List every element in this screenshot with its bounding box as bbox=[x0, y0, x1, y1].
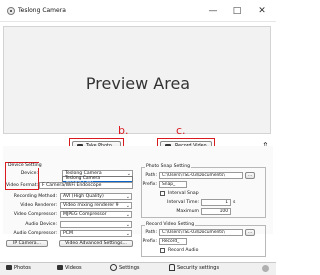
interval-time-unit: s bbox=[233, 200, 236, 205]
maximum-input[interactable]: 100 bbox=[201, 208, 231, 215]
interval-snap-checkbox[interactable] bbox=[160, 191, 165, 196]
tab-settings[interactable]: Settings bbox=[110, 263, 140, 274]
tab-photos-label: Photos bbox=[14, 265, 31, 271]
record-path-input[interactable]: C:\Users\TSL-03\Documents\ bbox=[159, 229, 243, 236]
record-prefix-input[interactable]: Record_ bbox=[159, 238, 187, 245]
chevron-down-icon: ⌄ bbox=[125, 231, 130, 237]
camera-app-icon bbox=[7, 7, 15, 15]
video-compressor-label: Video Compressor: bbox=[13, 212, 57, 217]
record-audio-label: Record Audio bbox=[168, 248, 199, 253]
photos-icon bbox=[6, 265, 12, 270]
record-audio-checkbox[interactable] bbox=[160, 248, 165, 253]
record-video-setting-title: Record Video Setting bbox=[145, 222, 196, 227]
status-indicator-icon bbox=[262, 265, 269, 272]
tab-photos[interactable]: Photos bbox=[6, 263, 31, 274]
close-button[interactable]: ✕ bbox=[255, 4, 269, 18]
recording-method-value: AVI (High Quality) bbox=[63, 194, 104, 199]
recording-method-select[interactable]: AVI (High Quality) ⌄ bbox=[60, 193, 132, 200]
recording-method-label: Recording Method: bbox=[13, 194, 57, 199]
audio-compressor-select[interactable]: PCM ⌄ bbox=[60, 230, 132, 237]
shield-icon bbox=[169, 264, 175, 271]
photo-path-label: Path: bbox=[145, 173, 157, 178]
video-renderer-select[interactable]: Video mixing renderer 9 ⌄ bbox=[60, 202, 132, 209]
videos-icon bbox=[57, 265, 63, 270]
callout-c: c. bbox=[176, 124, 186, 137]
photo-path-browse-button[interactable]: … bbox=[245, 172, 255, 179]
video-format-select[interactable]: F Camera/WiFi Endoscope bbox=[39, 182, 133, 189]
video-compressor-value: MJPEG Compressor bbox=[63, 212, 107, 217]
maximum-label: Maximum bbox=[176, 209, 199, 214]
interval-time-input[interactable]: 1 bbox=[201, 199, 231, 206]
maximize-button[interactable]: □ bbox=[230, 4, 244, 18]
chevron-down-icon: ⌄ bbox=[125, 203, 130, 209]
video-renderer-value: Video mixing renderer 9 bbox=[63, 203, 119, 208]
video-format-value: F Camera/WiFi Endoscope bbox=[42, 183, 102, 188]
audio-device-label: Audio Device: bbox=[25, 222, 57, 227]
chevron-down-icon: ⌄ bbox=[125, 194, 130, 200]
tab-videos-label: Videos bbox=[65, 265, 82, 271]
chevron-down-icon: ⌄ bbox=[125, 222, 130, 228]
audio-compressor-label: Audio Compressor: bbox=[13, 231, 58, 236]
tab-videos[interactable]: Videos bbox=[57, 263, 82, 274]
interval-time-label: Interval Time: bbox=[167, 200, 199, 205]
photo-prefix-label: Prefix: bbox=[142, 182, 157, 187]
tab-security-settings-label: Security settings bbox=[177, 265, 220, 271]
window-title: Teslong Camera bbox=[18, 7, 66, 14]
tab-settings-label: Settings bbox=[119, 265, 140, 271]
record-path-browse-button[interactable]: … bbox=[245, 229, 255, 236]
interval-snap-label: Interval Snap bbox=[168, 191, 199, 196]
video-advanced-settings-button[interactable]: Video Advanced Settings... bbox=[59, 240, 133, 247]
tab-security-settings[interactable]: Security settings bbox=[169, 263, 219, 274]
record-path-label: Path: bbox=[145, 230, 157, 235]
audio-compressor-value: PCM bbox=[63, 231, 73, 236]
record-prefix-label: Prefix: bbox=[142, 239, 157, 244]
device-setting-title: Device Setting bbox=[7, 163, 43, 168]
preview-area-label: Preview Area bbox=[85, 74, 191, 93]
photo-path-input[interactable]: C:\Users\TSL-03\Documents\ bbox=[159, 172, 243, 179]
photo-prefix-input[interactable]: Snap_ bbox=[159, 181, 187, 188]
audio-device-select[interactable]: ⌄ bbox=[60, 221, 132, 228]
video-renderer-label: Video Renderer: bbox=[20, 203, 57, 208]
callout-b: b. bbox=[118, 124, 129, 137]
minimize-button[interactable]: — bbox=[206, 4, 220, 18]
gear-icon bbox=[110, 264, 117, 271]
chevron-down-icon: ⌄ bbox=[125, 212, 130, 218]
video-format-label: Video Format: bbox=[6, 183, 39, 188]
device-label: Device: bbox=[20, 171, 38, 176]
video-compressor-select[interactable]: MJPEG Compressor ⌄ bbox=[60, 211, 132, 218]
photo-snap-title: Photo Snap Setting bbox=[145, 164, 192, 169]
ip-camera-button[interactable]: IP Camera... bbox=[6, 240, 48, 247]
